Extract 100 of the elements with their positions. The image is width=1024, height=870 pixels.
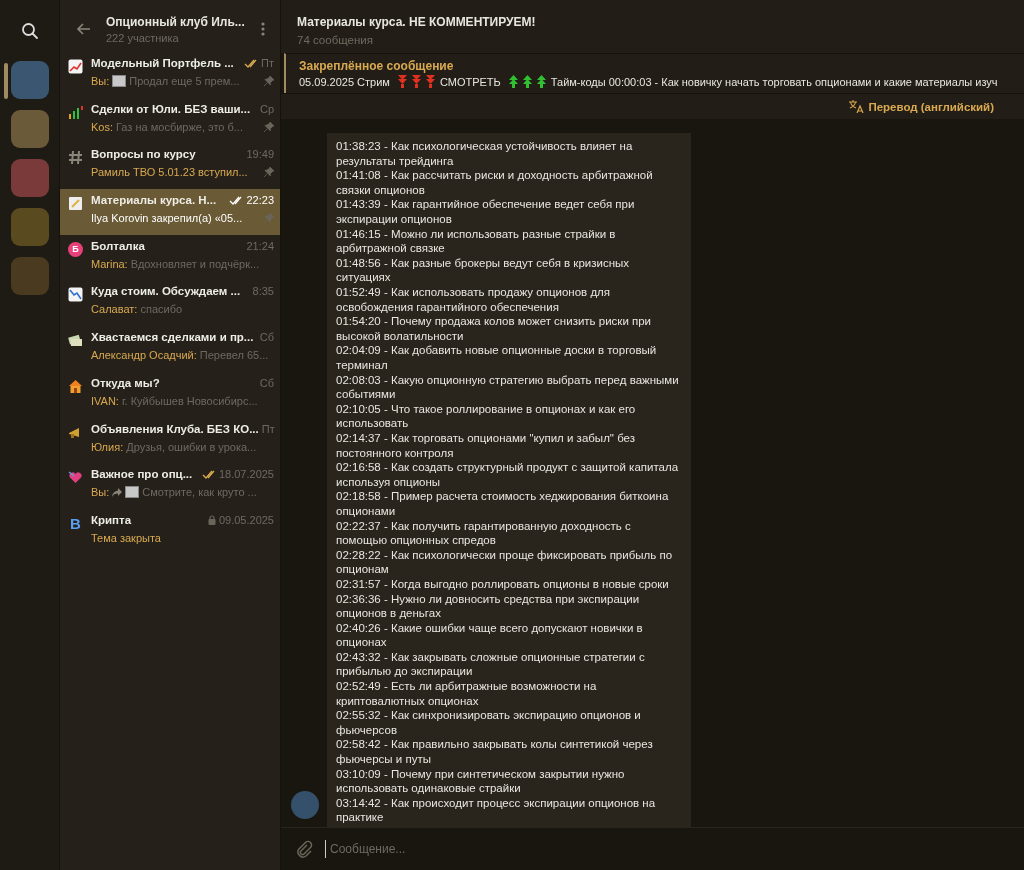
topic-item[interactable]: B Крипта 09.05.2025 Тема закрыта — [60, 508, 280, 555]
bar-chart-icon — [68, 104, 83, 120]
timecode-line: 02:52:49 - Есть ли арбитражные возможности на криптовалютных опционах — [336, 679, 598, 709]
topic-title: Куда стоим. Обсуждаем ... — [91, 285, 242, 298]
timecode-line: 02:04:09 - Как добавить новые опционные доски в торговый терминал — [336, 343, 658, 373]
message-preview: Друзья, ошибки в урока... — [126, 440, 258, 453]
down-arrow-icon — [411, 75, 421, 88]
timecode-line: 02:31:57 - Когда выгодно роллировать опционы в новые сроки — [336, 576, 670, 592]
sender-avatar[interactable] — [291, 791, 319, 819]
chart-icon — [68, 59, 83, 74]
topic-time: 09.05.2025 — [218, 513, 274, 526]
group-avatar[interactable] — [10, 159, 49, 197]
group-avatar[interactable] — [10, 61, 49, 99]
topic-item[interactable]: Объявления Клуба. БЕЗ КО... Пт Юлия: Друзья, ошибки в урока... — [60, 417, 280, 464]
forward-icon — [112, 487, 123, 497]
topic-item[interactable]: Сделки от Юли. БЕЗ ваши... Ср Kos: Газ на мосбирже, это б... — [60, 97, 280, 144]
message-input[interactable]: Сообщение... — [325, 840, 1010, 858]
chart-icon — [68, 287, 83, 303]
sender-name: Marina: — [91, 257, 128, 270]
topic-title: Хвастаемся сделками и пр... — [91, 331, 255, 344]
timecode-line: 02:58:42 - Как правильно закрывать колы синтетикой через фьючерсы и путы — [336, 737, 654, 767]
paperclip-icon[interactable] — [295, 840, 313, 858]
message-preview: Газ на мосбирже, это б... — [116, 120, 244, 133]
timecode-line: 02:28:22 - Как психологически проще фиксировать прибыль по опционам — [336, 547, 674, 577]
topic-title: Модельный Портфель ... — [91, 57, 235, 69]
timecode-line: 01:46:15 - Можно ли использовать разные страйки в арбитражной связке — [336, 226, 617, 256]
translate-button[interactable]: Перевод (английский) — [847, 97, 996, 116]
topic-time: 21:24 — [246, 239, 274, 252]
sender-name: Вы: — [91, 75, 110, 87]
timecode-line: 01:48:56 - Как разные брокеры ведут себя в кризисных ситуациях — [336, 255, 631, 286]
group-title: Опционный клуб Иль... — [106, 14, 246, 29]
topic-title: Крипта — [91, 513, 133, 526]
topic-item[interactable]: Материалы курса. Н... 22:23 Ilya Korovin закрепил(а) «05... — [60, 189, 280, 235]
topic-title: Важное про опц... — [91, 468, 194, 481]
topic-time: 19:49 — [246, 148, 274, 161]
timecode-line: 03:14:42 - Как происходит процесс экспирации опционов на практике — [336, 795, 657, 825]
topic-item[interactable]: Б Болталка 21:24 Marina: Вдохновляет и подчёрк... — [60, 234, 280, 281]
topic-title: Материалы курса. НЕ КОММЕНТИРУЕМ! — [297, 15, 537, 29]
timecode-line: 02:08:03 - Какую опционную стратегию выбрать перед важными событиями — [336, 372, 680, 402]
timecode-line: 03:10:09 - Почему при синтетическом закрытии нужно использовать одинаковые страйки — [336, 766, 626, 796]
topic-time: 8:35 — [252, 285, 274, 298]
heart-icon — [68, 470, 83, 486]
message-count: 74 сообщения — [297, 34, 374, 46]
timecode-line: 02:22:37 - Как получить гарантированную доходность с помощью опционных спредов — [336, 518, 632, 548]
topic-item[interactable]: Важное про опц... 18.07.2025 Вы: Смотрите, как круто ... — [60, 463, 280, 509]
timecode-line: 02:16:58 - Как создать структурный продукт с защитой капитала используя опционы — [336, 460, 680, 490]
up-arrow-icon — [536, 75, 546, 88]
timecode-line: 01:43:39 - Как гарантийное обеспечение ведет себя при экспирации опционов — [336, 197, 636, 227]
image-thumbnail — [125, 486, 140, 499]
message-preview: спасибо — [140, 303, 184, 316]
sender-name: Юлия: — [91, 440, 124, 453]
topic-item[interactable]: Куда стоим. Обсуждаем ... 8:35 Салават: спасибо — [60, 280, 280, 327]
pinned-message-bar[interactable]: Закреплённое сообщение 05.09.2025 Стрим СМОТРЕТЬ Тайм-коды 00:00:03 - Как новичку начать торговать опционами и какие материалы изуч — [284, 53, 1024, 93]
sender-name: IVAN: — [91, 394, 119, 407]
image-thumbnail — [112, 75, 127, 87]
topic-title: Объявления Клуба. БЕЗ КО... — [91, 422, 259, 435]
timecode-line: 02:10:05 - Что такое роллирование в опционах и как его использовать — [336, 401, 637, 431]
topic-item[interactable]: Вопросы по курсу 19:49 Рамиль ТВО 5.01.23 вступил... — [60, 143, 280, 190]
group-avatar[interactable] — [10, 208, 49, 246]
timecode-line: 02:18:58 - Пример расчета стоимость хеджирования биткоина опционами — [336, 489, 670, 519]
message-preview: г. Куйбышев Новосибирс... — [121, 394, 259, 407]
topic-item[interactable]: Откуда мы? Сб IVAN: г. Куйбышев Новосибирс... — [60, 371, 280, 418]
group-avatar[interactable] — [10, 257, 49, 295]
timecode-line: 01:41:08 - Как рассчитать риски и доходность арбитражной связки опционов — [336, 168, 654, 198]
topic-time: 22:23 — [246, 194, 274, 207]
topic-title: Вопросы по курсу — [91, 148, 197, 161]
sender-name: Салават: — [91, 303, 138, 316]
pinned-label: Закреплённое сообщение — [299, 59, 455, 73]
topic-item[interactable]: Модельный Портфель ... Пт Вы: Продал еще 5 прем... — [60, 52, 280, 98]
member-count: 222 участника — [106, 31, 180, 44]
topic-item[interactable]: Хвастаемся сделками и пр... Сб Александр Осадчий: Перевел 65... — [60, 326, 280, 372]
group-avatar[interactable] — [10, 110, 49, 148]
up-arrow-icon — [508, 75, 518, 88]
message-preview: Вдохновляет и подчёрк... — [130, 257, 261, 270]
pinned-text: 05.09.2025 Стрим — [299, 75, 390, 88]
topic-time: Сб — [259, 376, 274, 389]
back-arrow-icon[interactable] — [76, 21, 92, 37]
topic-title: Сделки от Юли. БЕЗ ваши... — [91, 102, 252, 115]
timecode-line: 02:36:36 - Нужно ли довносить средства при экспирации опционов в деньгах — [336, 591, 641, 621]
topic-title: Материалы курса. Н... — [91, 194, 218, 207]
message-preview: Перевел 65... — [199, 349, 270, 362]
search-icon[interactable] — [20, 22, 39, 40]
timecode-line: 02:55:32 - Как синхронизировать экспирацию опционов и фьючерсов — [336, 708, 642, 738]
translate-icon — [849, 100, 865, 113]
more-icon[interactable] — [260, 21, 266, 37]
topic-time: Сб — [259, 331, 274, 344]
timecode-line: 02:40:26 - Какие ошибки чаще всего допускают новички в опционах — [336, 620, 644, 650]
pinned-text: Тайм-коды 00:00:03 - Как новичку начать торговать опционами и какие материалы изуч — [550, 75, 998, 88]
message-preview: Продал еще 5 прем... — [129, 75, 241, 87]
timecode-line: 01:54:20 - Почему продажа колов может снизить риски при высокой волатильности — [336, 314, 653, 344]
message-preview: Тема закрыта — [91, 531, 162, 544]
message-preview: Рамиль ТВО 5.01.23 вступил... — [91, 166, 249, 179]
topic-title: Болталка — [91, 239, 146, 252]
up-arrow-icon — [522, 75, 532, 88]
topic-time: Пт — [261, 422, 275, 435]
down-arrow-icon — [397, 75, 407, 88]
timecode-line: 01:52:49 - Как использовать продажу опционов для освобождения гарантийного обеспечения — [336, 285, 612, 315]
topic-letter-badge: Б — [68, 241, 83, 257]
pinned-text: СМОТРЕТЬ — [439, 75, 501, 88]
topic-title: Откуда мы? — [91, 376, 161, 389]
